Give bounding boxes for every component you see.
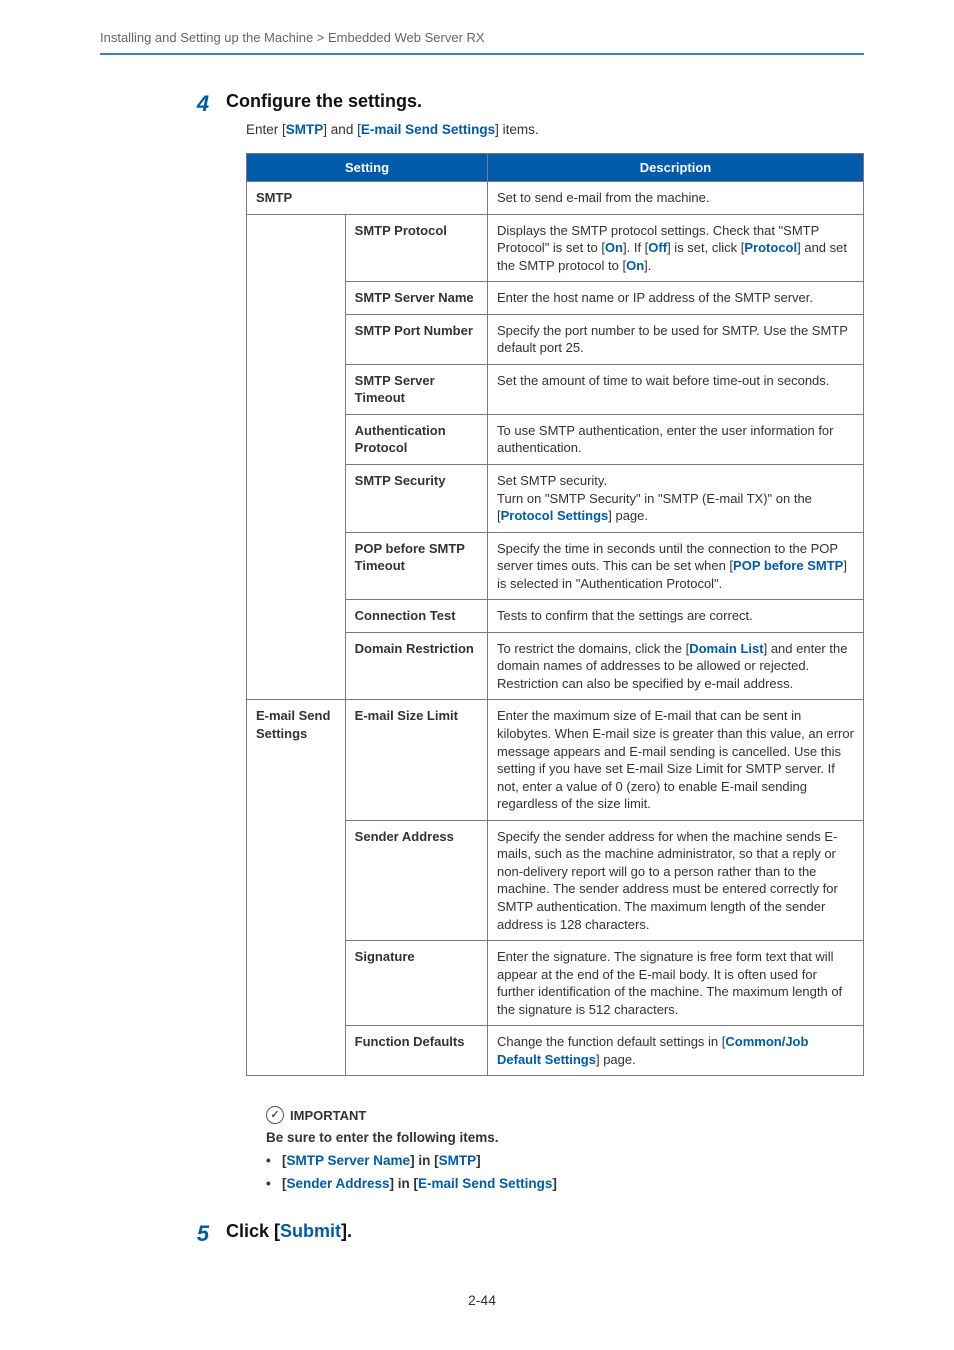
col-setting: Setting: [247, 154, 488, 182]
important-box: ✓ IMPORTANT Be sure to enter the followi…: [266, 1106, 864, 1191]
step-number-5: 5: [190, 1221, 216, 1245]
inline-link[interactable]: On: [605, 240, 623, 255]
description-cell: Set to send e-mail from the machine.: [488, 182, 864, 215]
step-5-title: Click [Submit].: [226, 1221, 864, 1242]
settings-table: Setting Description SMTPSet to send e-ma…: [246, 153, 864, 1076]
bullet-item: •[Sender Address] in [E-mail Send Settin…: [266, 1176, 864, 1191]
setting-name: Sender Address: [345, 820, 487, 940]
setting-name: Connection Test: [345, 600, 487, 633]
description-cell: Tests to confirm that the settings are c…: [488, 600, 864, 633]
inline-link[interactable]: Protocol Settings: [501, 508, 609, 523]
setting-name: SMTP Security: [345, 465, 487, 533]
link-smtp[interactable]: SMTP: [286, 122, 324, 137]
setting-name: SMTP Port Number: [345, 314, 487, 364]
page-number: 2-44: [100, 1292, 864, 1308]
step-number-4: 4: [190, 91, 216, 115]
description-cell: Specify the time in seconds until the co…: [488, 532, 864, 600]
check-icon: ✓: [266, 1106, 284, 1124]
description-cell: Specify the sender address for when the …: [488, 820, 864, 940]
inline-link[interactable]: Domain List: [689, 641, 763, 656]
setting-name: Domain Restriction: [345, 632, 487, 700]
setting-name: POP before SMTP Timeout: [345, 532, 487, 600]
bullet-item: •[SMTP Server Name] in [SMTP]: [266, 1153, 864, 1168]
inline-link[interactable]: Common/Job Default Settings: [497, 1034, 808, 1067]
link-submit[interactable]: Submit: [280, 1221, 341, 1241]
inline-link[interactable]: Sender Address: [287, 1176, 390, 1191]
inline-link[interactable]: POP before SMTP: [733, 558, 843, 573]
setting-name: SMTP Server Timeout: [345, 364, 487, 414]
col-description: Description: [488, 154, 864, 182]
setting-name: Function Defaults: [345, 1026, 487, 1076]
setting-email-send: E-mail Send Settings: [247, 700, 346, 1076]
setting-name: Signature: [345, 941, 487, 1026]
description-cell: Enter the host name or IP address of the…: [488, 282, 864, 315]
description-cell: Set SMTP security.Turn on "SMTP Security…: [488, 465, 864, 533]
setting-smtp: SMTP: [247, 182, 488, 215]
description-cell: Set the amount of time to wait before ti…: [488, 364, 864, 414]
description-cell: Specify the port number to be used for S…: [488, 314, 864, 364]
setting-name: Authentication Protocol: [345, 414, 487, 464]
section-spacer: [247, 214, 346, 700]
important-line: Be sure to enter the following items.: [266, 1130, 864, 1145]
setting-name: SMTP Protocol: [345, 214, 487, 282]
inline-link[interactable]: SMTP: [439, 1153, 477, 1168]
inline-link[interactable]: SMTP Server Name: [287, 1153, 411, 1168]
description-cell: Enter the signature. The signature is fr…: [488, 941, 864, 1026]
divider: [100, 53, 864, 55]
description-cell: Enter the maximum size of E-mail that ca…: [488, 700, 864, 820]
inline-link[interactable]: Protocol: [744, 240, 797, 255]
description-cell: Displays the SMTP protocol settings. Che…: [488, 214, 864, 282]
link-email-send-settings[interactable]: E-mail Send Settings: [361, 122, 495, 137]
inline-link[interactable]: On: [626, 258, 644, 273]
setting-name: SMTP Server Name: [345, 282, 487, 315]
breadcrumb: Installing and Setting up the Machine > …: [100, 30, 864, 53]
step-4-title: Configure the settings.: [226, 91, 864, 112]
description-cell: Change the function default settings in …: [488, 1026, 864, 1076]
description-cell: To use SMTP authentication, enter the us…: [488, 414, 864, 464]
step-4-intro: Enter [SMTP] and [E-mail Send Settings] …: [246, 122, 864, 137]
setting-name: E-mail Size Limit: [345, 700, 487, 820]
inline-link[interactable]: Off: [648, 240, 667, 255]
important-label: IMPORTANT: [290, 1108, 366, 1123]
description-cell: To restrict the domains, click the [Doma…: [488, 632, 864, 700]
inline-link[interactable]: E-mail Send Settings: [418, 1176, 552, 1191]
